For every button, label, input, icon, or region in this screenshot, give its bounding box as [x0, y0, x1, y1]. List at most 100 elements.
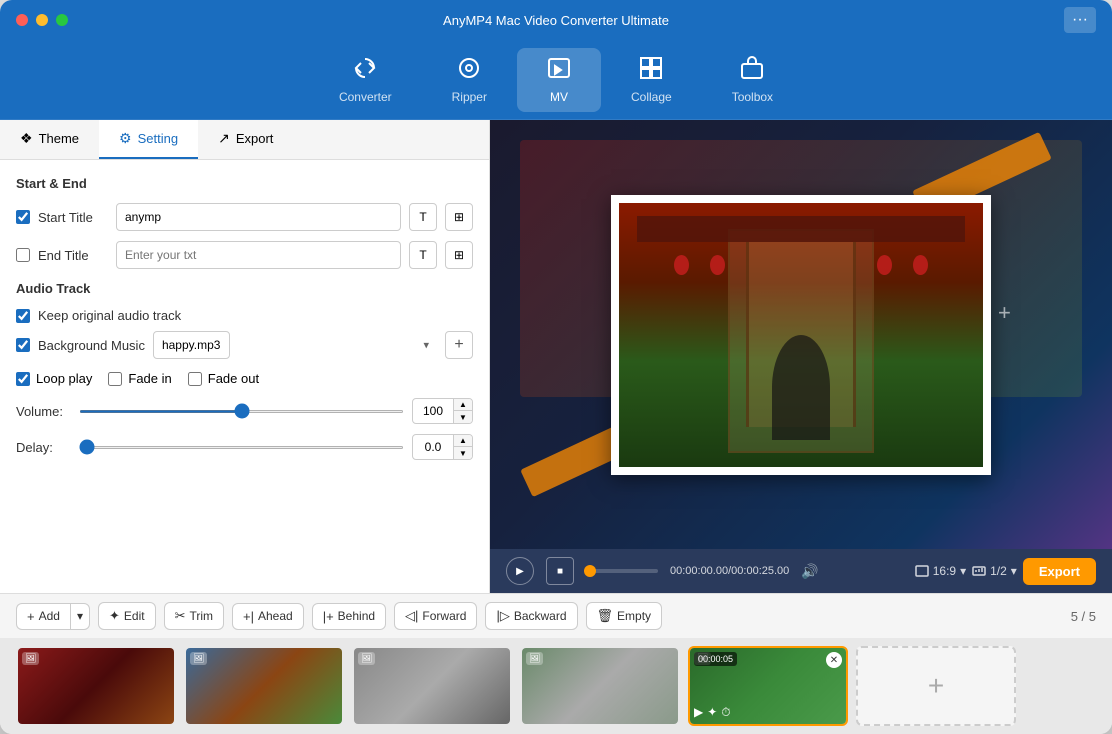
start-title-row: Start Title T ⊞ — [16, 203, 473, 231]
audio-section: Audio Track Keep original audio track Ba… — [16, 281, 473, 460]
thumb-img-5: 🖼 00:00:05 ✕ ▶ ✦ ⏱ — [690, 648, 846, 724]
fade-in-option: Fade in — [108, 371, 171, 386]
thumb-img-2: 🖼 — [186, 648, 342, 724]
volume-input[interactable] — [413, 404, 453, 418]
ratio-select[interactable]: 16:9 ▾ — [915, 564, 966, 578]
music-select-wrapper: happy.mp3 — [153, 331, 437, 359]
delay-input[interactable] — [413, 440, 453, 454]
empty-button[interactable]: 🗑 Empty — [586, 602, 663, 630]
end-title-label: End Title — [38, 248, 108, 263]
traffic-lights — [16, 14, 68, 26]
thumb-5-time: 00:00:05 — [694, 652, 737, 666]
ratio-value: 16:9 — [933, 564, 956, 578]
audio-track-title: Audio Track — [16, 281, 473, 296]
fade-in-checkbox[interactable] — [108, 372, 122, 386]
ahead-label: Ahead — [258, 609, 293, 623]
progress-bar[interactable] — [586, 569, 658, 573]
thumb-2-icon: 🖼 — [190, 652, 207, 665]
thumb-img-1: 🖼 — [18, 648, 174, 724]
thumbnail-5[interactable]: 🖼 00:00:05 ✕ ▶ ✦ ⏱ — [688, 646, 848, 726]
keep-original-checkbox[interactable] — [16, 309, 30, 323]
keep-original-row: Keep original audio track — [16, 308, 473, 323]
add-thumbnail-btn[interactable]: + — [856, 646, 1016, 726]
tab-bar: ❖ Theme ⚙ Setting ↗ Export — [0, 120, 489, 160]
volume-up-btn[interactable]: ▲ — [454, 398, 472, 411]
quality-chevron: ▾ — [1011, 564, 1017, 578]
delay-down-btn[interactable]: ▼ — [454, 447, 472, 460]
add-arrow-button[interactable]: ▾ — [70, 603, 90, 630]
music-select[interactable]: happy.mp3 — [153, 331, 230, 359]
volume-icon[interactable]: 🔊 — [801, 563, 818, 580]
edit-button[interactable]: ✦ Edit — [98, 602, 156, 630]
tab-export[interactable]: ↗ Export — [198, 120, 293, 159]
thumbnail-strip: 🖼 🖼 🖼 🖼 🖼 00:00:05 ✕ — [0, 638, 1112, 734]
add-music-btn[interactable]: + — [445, 331, 473, 359]
volume-down-btn[interactable]: ▼ — [454, 411, 472, 424]
end-title-grid-btn[interactable]: ⊞ — [445, 241, 473, 269]
thumb-5-play[interactable]: ▶ — [694, 705, 703, 720]
thumbnail-1[interactable]: 🖼 — [16, 646, 176, 726]
export-tab-icon: ↗ — [218, 130, 230, 147]
play-button[interactable]: ▶ — [506, 557, 534, 585]
end-title-input[interactable] — [116, 241, 401, 269]
nav-toolbox[interactable]: Toolbox — [702, 48, 803, 112]
keep-original-label: Keep original audio track — [38, 308, 181, 323]
loop-play-checkbox[interactable] — [16, 372, 30, 386]
thumbnail-4[interactable]: 🖼 — [520, 646, 680, 726]
start-title-input[interactable] — [116, 203, 401, 231]
delay-label: Delay: — [16, 440, 71, 455]
window-title: AnyMP4 Mac Video Converter Ultimate — [443, 13, 669, 28]
nav-converter[interactable]: Converter — [309, 48, 422, 112]
converter-icon — [353, 56, 377, 86]
collage-icon — [639, 56, 663, 86]
start-title-font-btn[interactable]: T — [409, 203, 437, 231]
minimize-button[interactable] — [36, 14, 48, 26]
nav-collage[interactable]: Collage — [601, 48, 702, 112]
volume-slider[interactable] — [79, 410, 404, 413]
nav-mv[interactable]: MV — [517, 48, 601, 112]
background-music-checkbox[interactable] — [16, 338, 30, 352]
delay-up-btn[interactable]: ▲ — [454, 434, 472, 447]
thumb-4-icon: 🖼 — [526, 652, 543, 665]
close-button[interactable] — [16, 14, 28, 26]
delay-slider[interactable] — [79, 446, 404, 449]
add-media-overlay[interactable]: + — [998, 300, 1011, 326]
thumb-5-close[interactable]: ✕ — [826, 652, 842, 668]
loop-play-option: Loop play — [16, 371, 92, 386]
fade-in-label: Fade in — [128, 371, 171, 386]
thumbnail-2[interactable]: 🖼 — [184, 646, 344, 726]
nav-ripper[interactable]: Ripper — [422, 48, 517, 112]
player-controls: ▶ ■ 00:00:00.00/00:00:25.00 🔊 16:9 ▾ — [490, 549, 1112, 593]
quality-select[interactable]: 1/2 ▾ — [972, 564, 1017, 578]
fade-out-checkbox[interactable] — [188, 372, 202, 386]
ahead-button[interactable]: +| Ahead — [232, 603, 304, 630]
start-title-checkbox[interactable] — [16, 210, 30, 224]
progress-dot — [584, 565, 596, 577]
menu-button[interactable]: ··· — [1064, 7, 1096, 33]
right-panel: + ▶ ■ 00:00:00.00/00:00:25.00 🔊 — [490, 120, 1112, 593]
thumb-3-icon: 🖼 — [358, 652, 375, 665]
page-count: 5 / 5 — [1071, 609, 1096, 624]
thumb-img-3: 🖼 — [354, 648, 510, 724]
thumb-5-star[interactable]: ✦ — [707, 705, 717, 720]
start-title-grid-btn[interactable]: ⊞ — [445, 203, 473, 231]
ripper-icon — [457, 56, 481, 86]
tab-setting[interactable]: ⚙ Setting — [99, 120, 198, 159]
behind-icon: |+ — [323, 609, 334, 624]
tab-theme[interactable]: ❖ Theme — [0, 120, 99, 159]
stop-button[interactable]: ■ — [546, 557, 574, 585]
end-title-checkbox[interactable] — [16, 248, 30, 262]
edit-icon: ✦ — [109, 608, 120, 624]
forward-button[interactable]: ◁| Forward — [394, 602, 477, 630]
export-button[interactable]: Export — [1023, 558, 1096, 585]
end-title-font-btn[interactable]: T — [409, 241, 437, 269]
maximize-button[interactable] — [56, 14, 68, 26]
background-music-row: Background Music happy.mp3 + — [16, 331, 473, 359]
add-button[interactable]: + Add — [16, 603, 70, 630]
trim-button[interactable]: ✂ Trim — [164, 602, 224, 630]
thumb-5-clock[interactable]: ⏱ — [721, 705, 730, 720]
thumbnail-3[interactable]: 🖼 — [352, 646, 512, 726]
behind-button[interactable]: |+ Behind — [312, 603, 386, 630]
backward-button[interactable]: |▷ Backward — [485, 602, 577, 630]
video-frame — [611, 195, 991, 475]
